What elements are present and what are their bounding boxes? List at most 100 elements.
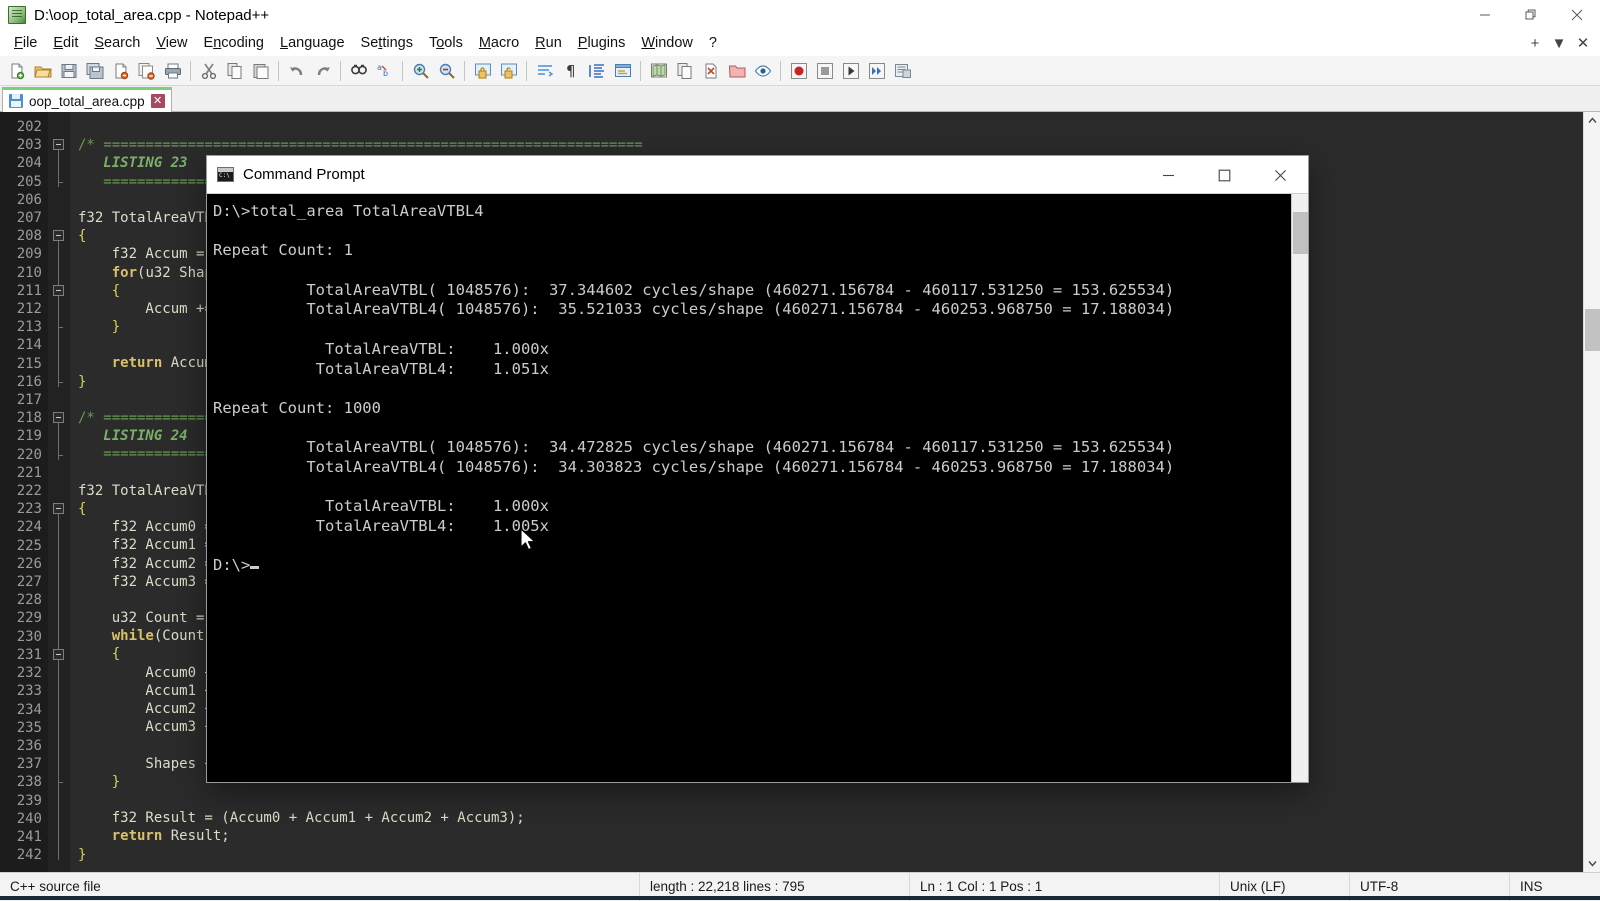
menu-tools[interactable]: Tools bbox=[421, 32, 471, 54]
code-line bbox=[78, 118, 1600, 136]
console-caret bbox=[250, 566, 259, 569]
menu-plugins[interactable]: Plugins bbox=[570, 32, 634, 54]
console-line: D:\>total_area TotalAreaVTBL4 bbox=[213, 202, 1291, 222]
run-macro-multiple-icon[interactable] bbox=[864, 58, 889, 84]
console-window-icon bbox=[217, 167, 234, 182]
function-list-icon[interactable] bbox=[672, 58, 697, 84]
code-line: return Result; bbox=[78, 827, 1600, 845]
fold-end-tick bbox=[58, 782, 63, 783]
command-prompt-window[interactable]: Command Prompt D:\>total_area TotalAreaV… bbox=[207, 156, 1308, 782]
npp-window-title: D:\oop_total_area.cpp - Notepad++ bbox=[34, 7, 269, 24]
fold-toggle[interactable] bbox=[53, 503, 64, 514]
toolbar-separator bbox=[526, 61, 527, 81]
cmd-minimize-button[interactable] bbox=[1140, 156, 1196, 194]
cut-icon[interactable] bbox=[196, 58, 221, 84]
monitoring-icon[interactable] bbox=[750, 58, 775, 84]
scroll-up-arrow-icon[interactable] bbox=[1584, 112, 1600, 129]
toolbar-separator bbox=[464, 61, 465, 81]
menu-encoding[interactable]: Encoding bbox=[196, 32, 272, 54]
sync-horizontal-scroll-icon[interactable] bbox=[496, 58, 521, 84]
console-line: TotalAreaVTBL: 1.000x bbox=[213, 497, 1291, 517]
find-icon[interactable] bbox=[346, 58, 371, 84]
tab-list-dropdown-icon[interactable]: ▼ bbox=[1548, 31, 1570, 55]
word-wrap-icon[interactable] bbox=[532, 58, 557, 84]
close-tab-button[interactable]: ✕ bbox=[1572, 31, 1594, 55]
menu-view[interactable]: View bbox=[148, 32, 195, 54]
console-line bbox=[213, 478, 1291, 498]
menu-run[interactable]: Run bbox=[527, 32, 570, 54]
npp-title-bar[interactable]: D:\oop_total_area.cpp - Notepad++ bbox=[0, 0, 1600, 30]
svg-text:¶: ¶ bbox=[566, 62, 576, 80]
toolbar-separator bbox=[780, 61, 781, 81]
fold-guide-line bbox=[58, 660, 59, 787]
close-file-icon[interactable] bbox=[108, 58, 133, 84]
add-tab-button[interactable]: + bbox=[1524, 31, 1546, 55]
record-macro-icon[interactable] bbox=[786, 58, 811, 84]
zoom-in-icon[interactable] bbox=[408, 58, 433, 84]
console-line: TotalAreaVTBL4( 1048576): 35.521033 cycl… bbox=[213, 300, 1291, 320]
menu-language[interactable]: Language bbox=[272, 32, 353, 54]
user-defined-dialog-icon[interactable] bbox=[610, 58, 635, 84]
cmd-scrollbar-thumb[interactable] bbox=[1293, 212, 1308, 254]
run-icon[interactable] bbox=[890, 58, 915, 84]
close-button[interactable] bbox=[1554, 0, 1600, 30]
save-icon[interactable] bbox=[56, 58, 81, 84]
fold-toggle[interactable] bbox=[53, 139, 64, 150]
npp-tab-bar: oop_total_area.cpp ✕ bbox=[0, 86, 1600, 112]
cmd-body[interactable]: D:\>total_area TotalAreaVTBL4 Repeat Cou… bbox=[207, 194, 1308, 782]
restore-button[interactable] bbox=[1508, 0, 1554, 30]
tab-oop-total-area-cpp[interactable]: oop_total_area.cpp ✕ bbox=[2, 87, 172, 112]
fold-toggle[interactable] bbox=[53, 230, 64, 241]
undo-icon[interactable] bbox=[284, 58, 309, 84]
scroll-down-arrow-icon[interactable] bbox=[1584, 855, 1600, 872]
folder-as-workspace-icon[interactable] bbox=[724, 58, 749, 84]
console-line bbox=[213, 320, 1291, 340]
console-output-text[interactable]: D:\>total_area TotalAreaVTBL4 Repeat Cou… bbox=[207, 194, 1291, 782]
redo-icon[interactable] bbox=[310, 58, 335, 84]
console-line: TotalAreaVTBL( 1048576): 34.472825 cycle… bbox=[213, 438, 1291, 458]
floppy-disk-icon bbox=[9, 94, 23, 108]
fold-toggle[interactable] bbox=[53, 649, 64, 660]
replace-icon[interactable]: ab bbox=[372, 58, 397, 84]
fold-end-tick bbox=[58, 455, 63, 456]
new-file-icon[interactable] bbox=[4, 58, 29, 84]
console-line: TotalAreaVTBL4: 1.005x bbox=[213, 517, 1291, 537]
sync-vertical-scroll-icon[interactable] bbox=[470, 58, 495, 84]
menu-macro[interactable]: Macro bbox=[471, 32, 527, 54]
editor-vertical-scrollbar[interactable] bbox=[1583, 112, 1600, 872]
menu-settings[interactable]: Settings bbox=[353, 32, 421, 54]
cmd-vertical-scrollbar[interactable] bbox=[1291, 194, 1308, 782]
save-all-icon[interactable] bbox=[82, 58, 107, 84]
zoom-out-icon[interactable] bbox=[434, 58, 459, 84]
open-file-icon[interactable] bbox=[30, 58, 55, 84]
fold-end-tick bbox=[58, 182, 63, 183]
cmd-maximize-button[interactable] bbox=[1196, 156, 1252, 194]
menu-search[interactable]: Search bbox=[86, 32, 148, 54]
editor-scrollbar-thumb[interactable] bbox=[1585, 309, 1600, 351]
minimize-button[interactable] bbox=[1462, 0, 1508, 30]
menu-file[interactable]: File bbox=[6, 32, 45, 54]
console-line bbox=[213, 537, 1291, 557]
close-all-files-icon[interactable] bbox=[134, 58, 159, 84]
stop-macro-icon[interactable] bbox=[812, 58, 837, 84]
console-line: Repeat Count: 1000 bbox=[213, 399, 1291, 419]
menu-window[interactable]: Window bbox=[633, 32, 701, 54]
play-macro-icon[interactable] bbox=[838, 58, 863, 84]
close-tab-x-icon[interactable]: ✕ bbox=[151, 94, 165, 108]
menu-edit[interactable]: Edit bbox=[45, 32, 86, 54]
indent-guide-icon[interactable] bbox=[584, 58, 609, 84]
code-line bbox=[78, 791, 1600, 809]
cmd-title-bar[interactable]: Command Prompt bbox=[207, 156, 1308, 194]
code-folding-margin[interactable] bbox=[48, 112, 70, 872]
show-all-characters-icon[interactable]: ¶ bbox=[558, 58, 583, 84]
cmd-window-controls bbox=[1140, 156, 1308, 194]
document-switcher-icon[interactable] bbox=[698, 58, 723, 84]
cmd-close-button[interactable] bbox=[1252, 156, 1308, 194]
fold-toggle[interactable] bbox=[53, 412, 64, 423]
copy-icon[interactable] bbox=[222, 58, 247, 84]
paste-icon[interactable] bbox=[248, 58, 273, 84]
print-icon[interactable] bbox=[160, 58, 185, 84]
menu-help[interactable]: ? bbox=[701, 32, 725, 54]
document-map-icon[interactable] bbox=[646, 58, 671, 84]
fold-toggle[interactable] bbox=[53, 285, 64, 296]
